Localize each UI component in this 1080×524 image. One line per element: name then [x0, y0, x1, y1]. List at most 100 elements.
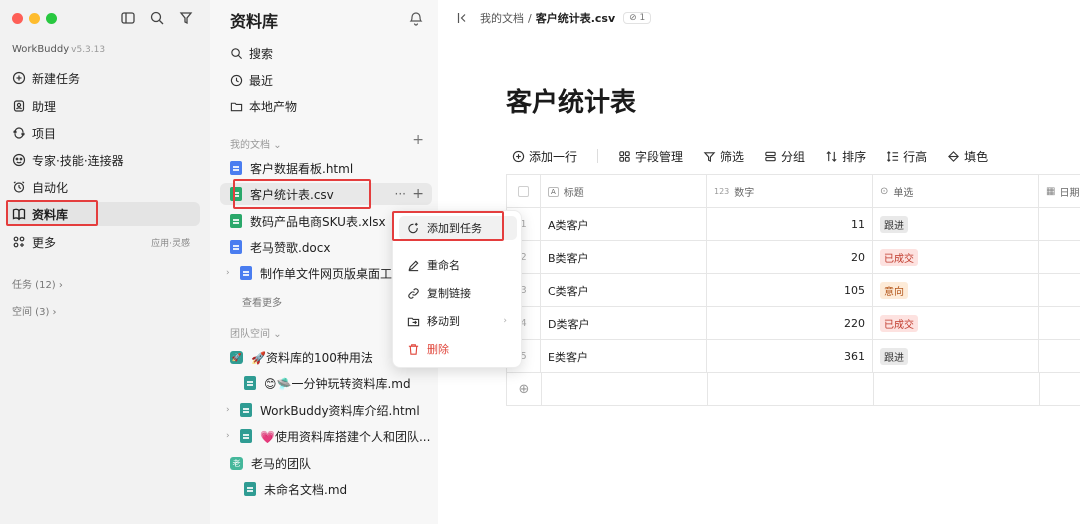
cell-number[interactable]: 20: [706, 241, 872, 274]
team-space-header[interactable]: 团队空间 ⌄: [230, 325, 282, 340]
file-row[interactable]: 客户数据看板.html: [220, 157, 432, 179]
nav-item-experts[interactable]: 专家·技能·连接器: [6, 148, 200, 172]
cell-select[interactable]: 意向: [872, 274, 1038, 307]
column-header-date[interactable]: ▦ 日期: [1038, 175, 1080, 208]
table-row[interactable]: 1 A类客户 11 跟进: [506, 208, 1080, 241]
library-search[interactable]: 搜索: [230, 43, 273, 63]
markdown-file-icon: [244, 482, 256, 496]
status-tag: 意向: [880, 282, 908, 299]
filter-icon[interactable]: [178, 10, 194, 26]
cell-select[interactable]: 跟进: [872, 208, 1038, 241]
filter-icon: [703, 151, 716, 162]
add-icon[interactable]: +: [412, 186, 424, 202]
group-button[interactable]: 分组: [764, 148, 805, 165]
nav-item-assistant[interactable]: 助理: [6, 94, 200, 118]
menu-item-delete[interactable]: 删除: [399, 337, 517, 361]
row-height-button[interactable]: 行高: [886, 148, 927, 165]
cell-title[interactable]: D类客户: [540, 307, 706, 340]
grid-icon: [13, 236, 25, 248]
cell-title[interactable]: C类客户: [540, 274, 706, 307]
fill-color-button[interactable]: 填色: [947, 148, 988, 165]
add-doc-button[interactable]: +: [412, 132, 424, 148]
close-window-button[interactable]: [12, 13, 23, 24]
chevron-right-icon[interactable]: ›: [226, 405, 238, 415]
table-row[interactable]: 3 C类客户 105 意向: [506, 274, 1080, 307]
see-more-link[interactable]: 查看更多: [242, 294, 282, 309]
sort-button[interactable]: 排序: [825, 148, 866, 165]
markdown-file-icon: [240, 403, 252, 417]
highlight-box: [233, 179, 371, 209]
minimize-window-button[interactable]: [29, 13, 40, 24]
chevron-right-icon[interactable]: ›: [226, 431, 238, 441]
cell-date[interactable]: [1038, 307, 1080, 340]
table-row[interactable]: 5 E类客户 361 跟进: [506, 340, 1080, 373]
table-row[interactable]: 2 B类客户 20 已成交: [506, 241, 1080, 274]
table-row[interactable]: 4 D类客户 220 已成交: [506, 307, 1080, 340]
search-icon[interactable]: [149, 10, 165, 26]
cell-number[interactable]: 220: [706, 307, 872, 340]
cell-date[interactable]: [1038, 208, 1080, 241]
space-icon: 老: [230, 456, 243, 470]
folder-row[interactable]: › WorkBuddy资料库介绍.html: [220, 399, 432, 421]
nav-item-new-task[interactable]: 新建任务: [6, 66, 200, 90]
menu-item-rename[interactable]: 重命名: [399, 253, 517, 277]
column-header-select[interactable]: ⊙ 单选: [872, 175, 1038, 208]
cell-title[interactable]: B类客户: [540, 241, 706, 274]
breadcrumb-parent[interactable]: 我的文档: [480, 10, 524, 26]
collapse-panel-icon[interactable]: [456, 11, 470, 25]
cell-number[interactable]: 361: [706, 340, 872, 373]
cell-select[interactable]: 已成交: [872, 241, 1038, 274]
cell-select[interactable]: 已成交: [872, 307, 1038, 340]
project-icon: [13, 127, 25, 139]
chevron-right-icon[interactable]: ›: [226, 268, 238, 278]
field-manage-button[interactable]: 字段管理: [618, 148, 683, 165]
maximize-window-button[interactable]: [46, 13, 57, 24]
cell-date[interactable]: [1038, 274, 1080, 307]
menu-item-copy-link[interactable]: 复制链接: [399, 281, 517, 305]
link-count-badge[interactable]: ⊘ 1: [623, 12, 652, 24]
file-row[interactable]: 😊🛸一分钟玩转资料库.md: [220, 372, 432, 394]
cell-date[interactable]: [1038, 241, 1080, 274]
my-docs-header[interactable]: 我的文档 ⌄: [230, 136, 282, 151]
status-tag: 已成交: [880, 249, 918, 266]
move-folder-icon: [407, 317, 420, 326]
group-icon: [765, 151, 776, 161]
nav-item-label: 自动化: [32, 180, 69, 195]
text-field-icon: A: [548, 186, 559, 197]
add-row-button[interactable]: 添加一行: [512, 148, 577, 165]
nav-item-project[interactable]: 项目: [6, 121, 200, 145]
cell-number[interactable]: 105: [706, 274, 872, 307]
left-sidebar: WorkBuddy v5.3.13 新建任务 助理 项目 专家·技能·连接器 自动…: [0, 0, 210, 524]
menu-item-move-to[interactable]: 移动到 ›: [399, 309, 517, 333]
select-all-checkbox[interactable]: [506, 175, 540, 208]
nav-item-automation[interactable]: 自动化: [6, 175, 200, 199]
more-options-icon[interactable]: ···: [395, 187, 406, 201]
nav-item-more[interactable]: 更多 应用·灵感: [6, 230, 200, 254]
cell-title[interactable]: A类客户: [540, 208, 706, 241]
nav-spaces-group[interactable]: 空间 (3) ›: [12, 303, 57, 318]
number-field-icon: 123: [714, 187, 730, 196]
library-recent[interactable]: 最近: [230, 70, 273, 90]
nav-tasks-group[interactable]: 任务 (12) ›: [12, 276, 63, 291]
column-header-number[interactable]: 123 数字: [706, 175, 872, 208]
markdown-file-icon: [240, 429, 252, 443]
add-row-icon[interactable]: ⊕: [507, 373, 541, 406]
cell-number[interactable]: 11: [706, 208, 872, 241]
folder-row[interactable]: › 💗使用资料库搭建个人和团队...: [220, 425, 432, 447]
cell-date[interactable]: [1038, 340, 1080, 373]
cell-select[interactable]: 跟进: [872, 340, 1038, 373]
file-row[interactable]: 未命名文档.md: [220, 478, 432, 500]
empty-cell: [707, 373, 873, 406]
docx-file-icon: [230, 240, 242, 254]
cell-title[interactable]: E类客户: [540, 340, 706, 373]
library-local-output[interactable]: 本地产物: [230, 96, 297, 116]
page-title: 资料库: [230, 12, 279, 31]
breadcrumb-current: 客户统计表.csv: [535, 12, 616, 25]
team-space-row[interactable]: 老老马的团队: [220, 452, 432, 474]
column-header-title[interactable]: A 标题: [540, 175, 706, 208]
paint-bucket-icon: [948, 150, 960, 162]
sidebar-toggle-icon[interactable]: [120, 10, 136, 26]
main-content: 我的文档 / 客户统计表.csv ⊘ 1 客户统计表 添加一行 字段管理 筛选 …: [438, 0, 1080, 524]
filter-button[interactable]: 筛选: [703, 148, 744, 165]
bell-icon[interactable]: [408, 12, 424, 26]
